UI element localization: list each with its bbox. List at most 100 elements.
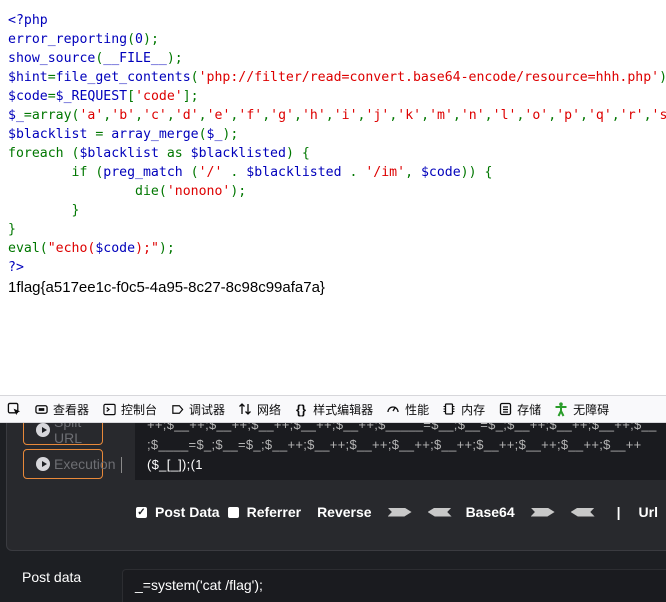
page-content: <?php error_reporting(0); show_source(__FI… bbox=[0, 0, 666, 395]
code-token: );" bbox=[135, 241, 159, 256]
tab-memory[interactable]: 内存 bbox=[436, 396, 492, 422]
code-token: 'l' bbox=[492, 108, 517, 123]
code-token: , bbox=[611, 108, 620, 123]
code-token: $code bbox=[420, 165, 461, 180]
code-token: $blacklisted bbox=[190, 146, 286, 161]
code-line: show_source(__FILE__); bbox=[8, 49, 666, 68]
tab-inspector[interactable]: 查看器 bbox=[28, 396, 96, 422]
code-line: die('nonono'); bbox=[8, 182, 666, 201]
code-token: 'f' bbox=[238, 108, 263, 123]
code-token: ); bbox=[659, 70, 666, 85]
reverse-button[interactable]: Reverse bbox=[317, 504, 372, 520]
code-line: error_reporting(0); bbox=[8, 30, 666, 49]
separator: | bbox=[616, 504, 621, 520]
arrow-left-icon bbox=[427, 507, 452, 517]
tab-label: 无障碍 bbox=[573, 402, 610, 417]
code-line: eval("echo($code);"); bbox=[8, 239, 666, 258]
code-token: , bbox=[405, 165, 421, 180]
code-token: ( bbox=[198, 127, 207, 142]
code-token: , bbox=[484, 108, 493, 123]
tab-debugger[interactable]: 调试器 bbox=[164, 396, 232, 422]
code-token: preg_match bbox=[103, 165, 191, 180]
code-token: 'm' bbox=[429, 108, 453, 123]
code-token: ); bbox=[143, 32, 159, 47]
code-token: $hint bbox=[8, 70, 48, 85]
split-icon bbox=[36, 423, 50, 437]
code-token: "echo( bbox=[47, 241, 96, 256]
code-token: ( bbox=[190, 70, 199, 85]
post-data-label: Post data bbox=[22, 569, 82, 585]
code-token: ?> bbox=[8, 260, 24, 275]
code-token: foreach bbox=[8, 146, 72, 161]
performance-icon bbox=[386, 402, 400, 416]
php-source-code: <?php error_reporting(0); show_source(__FI… bbox=[8, 11, 666, 277]
code-token: array_merge bbox=[111, 127, 199, 142]
tab-style-editor[interactable]: {} 样式编辑器 bbox=[288, 396, 380, 422]
code-token: , bbox=[357, 108, 366, 123]
code-line: foreach ($blacklist as $blacklisted) { bbox=[8, 144, 666, 163]
tab-label: 查看器 bbox=[53, 402, 90, 417]
network-icon bbox=[238, 402, 252, 416]
tab-performance[interactable]: 性能 bbox=[380, 396, 436, 422]
code-token: [ bbox=[127, 89, 136, 104]
arrow-right-icon bbox=[530, 507, 555, 517]
code-token: , bbox=[421, 108, 430, 123]
code-line: <?php bbox=[8, 11, 666, 30]
tab-console[interactable]: 控制台 bbox=[96, 396, 164, 422]
code-token: ) { bbox=[285, 146, 310, 161]
code-token: ]; bbox=[182, 89, 199, 104]
tab-label: 网络 bbox=[257, 402, 282, 417]
url-encode-button[interactable]: Url bbox=[639, 504, 658, 520]
code-token: ); bbox=[166, 51, 183, 66]
element-picker-icon[interactable] bbox=[0, 402, 28, 417]
code-token: if bbox=[8, 165, 96, 180]
code-token: $code bbox=[8, 89, 48, 104]
hackbar-panel: Split URL Execution ++;$__++;$__++;$__++… bbox=[0, 423, 666, 602]
tab-network[interactable]: 网络 bbox=[232, 396, 288, 422]
code-token: , bbox=[198, 108, 207, 123]
code-token: $blacklist bbox=[79, 146, 167, 161]
tab-accessibility[interactable]: 无障碍 bbox=[548, 396, 616, 422]
code-token: } bbox=[8, 203, 80, 218]
page-output: 1flag{a517ee1c-f0c5-4a95-8c27-8c98c99afa… bbox=[8, 279, 325, 296]
code-token: 0 bbox=[135, 32, 143, 47]
tab-storage[interactable]: 存储 bbox=[492, 396, 548, 422]
post-data-checkbox[interactable] bbox=[136, 506, 147, 518]
split-url-button[interactable]: Split URL bbox=[23, 423, 103, 446]
code-token: = bbox=[47, 70, 56, 85]
code-token: )) { bbox=[460, 165, 493, 180]
code-token: , bbox=[325, 108, 334, 123]
code-token: , bbox=[166, 108, 175, 123]
code-token: ( bbox=[158, 184, 167, 199]
code-line: $code=$_REQUEST['code']; bbox=[8, 87, 666, 106]
code-token: ( bbox=[190, 165, 199, 180]
tab-label: 性能 bbox=[405, 402, 430, 417]
code-line: ?> bbox=[8, 258, 666, 277]
hackbar-options: Post Data Referrer Reverse Base64 | Url bbox=[136, 503, 666, 521]
tab-label: 样式编辑器 bbox=[313, 402, 374, 417]
code-token: . bbox=[349, 165, 366, 180]
code-token: '/im' bbox=[365, 165, 406, 180]
code-token: as bbox=[166, 146, 191, 161]
base64-button[interactable]: Base64 bbox=[466, 504, 515, 520]
referrer-checkbox[interactable] bbox=[227, 506, 239, 518]
code-token: error_reporting bbox=[8, 32, 128, 47]
inspector-icon bbox=[34, 402, 48, 416]
code-token: 'b' bbox=[111, 108, 136, 123]
url-textarea[interactable]: ++;$__++;$__++;$__++;$__++;$__++;$_____=… bbox=[135, 423, 666, 480]
tab-label: 内存 bbox=[461, 402, 486, 417]
code-token: , bbox=[643, 108, 652, 123]
code-token: = bbox=[95, 127, 112, 142]
code-token: file_get_contents bbox=[55, 70, 191, 85]
accessibility-icon bbox=[554, 401, 568, 416]
memory-icon bbox=[442, 402, 456, 416]
code-token: 'php://filter/read=convert.base64-encode… bbox=[198, 70, 660, 85]
url-text-line: ;$____=$_;$__=$_;$__++;$__++;$__++;$__++… bbox=[147, 437, 642, 452]
code-token: , bbox=[580, 108, 588, 123]
code-token: } bbox=[8, 222, 16, 237]
code-token: $blacklist bbox=[8, 127, 96, 142]
execute-button[interactable]: Execution bbox=[23, 449, 115, 479]
code-token: 'n' bbox=[460, 108, 485, 123]
code-token: 'q' bbox=[587, 108, 612, 123]
code-line: } bbox=[8, 201, 666, 220]
